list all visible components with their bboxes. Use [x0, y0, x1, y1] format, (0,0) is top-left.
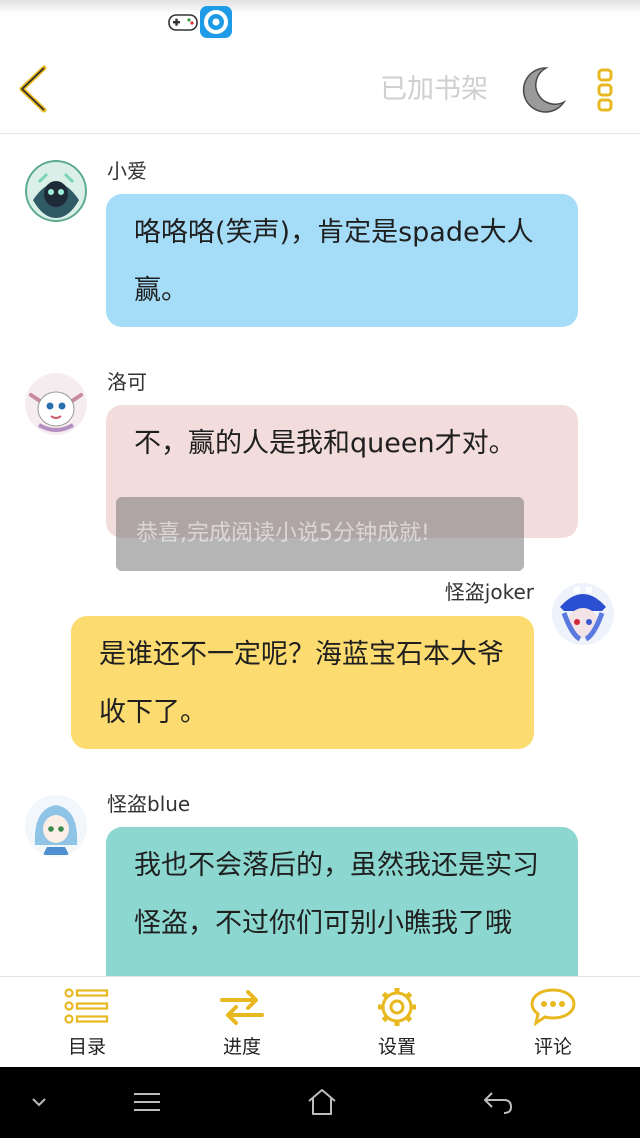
back-nav-icon[interactable] — [482, 1089, 514, 1115]
status-bar — [0, 0, 640, 44]
sender-name: 怪盗joker — [444, 580, 534, 604]
progress-label: 进度 — [222, 1036, 261, 1058]
message-bubble: 是谁还不一定呢？海蓝宝石本大爷收下了。 — [71, 616, 534, 749]
catalog-list-icon — [64, 988, 109, 1024]
night-mode-moon-icon[interactable] — [516, 64, 568, 116]
comment-bubble-icon — [530, 988, 576, 1027]
gamepad-icon — [168, 14, 198, 31]
added-to-shelf-label[interactable]: 已加书架 — [380, 72, 500, 108]
settings-label: 设置 — [377, 1036, 416, 1058]
bottom-toolbar: 目录 进度 设置 评论 — [0, 976, 640, 1067]
progress-button[interactable]: 进度 — [187, 977, 297, 1068]
avatar-xiaoai[interactable] — [25, 160, 87, 222]
system-navigation-bar — [0, 1067, 640, 1138]
catalog-label: 目录 — [67, 1036, 106, 1058]
progress-arrows-icon — [220, 990, 264, 1025]
avatar-luoke[interactable] — [25, 373, 87, 435]
avatar-blue[interactable] — [25, 795, 87, 857]
message-bubble: 我也不会落后的，虽然我还是实习怪盗，不过你们可别小瞧我了哦 — [106, 827, 578, 976]
back-icon[interactable] — [10, 62, 60, 116]
sender-name: 怪盗blue — [107, 792, 191, 816]
avatar-joker[interactable] — [552, 583, 614, 645]
comments-button[interactable]: 评论 — [498, 977, 608, 1068]
chevron-down-icon[interactable] — [30, 1095, 48, 1109]
app-notification-icon — [200, 6, 232, 38]
status-bar-fade — [0, 0, 640, 14]
gear-icon — [378, 988, 416, 1026]
reader-header: 已加书架 — [0, 44, 640, 134]
settings-button[interactable]: 设置 — [342, 977, 452, 1068]
message-bubble: 咯咯咯(笑声)，肯定是spade大人赢。 — [106, 194, 578, 327]
home-icon[interactable] — [306, 1087, 338, 1117]
sender-name: 小爱 — [107, 159, 147, 183]
achievement-toast: 恭喜,完成阅读小说5分钟成就! — [116, 497, 524, 571]
comments-label: 评论 — [533, 1036, 572, 1058]
menu-icon[interactable] — [132, 1091, 162, 1113]
more-options-icon[interactable] — [590, 64, 620, 116]
catalog-button[interactable]: 目录 — [32, 977, 142, 1068]
sender-name: 洛可 — [107, 370, 147, 394]
